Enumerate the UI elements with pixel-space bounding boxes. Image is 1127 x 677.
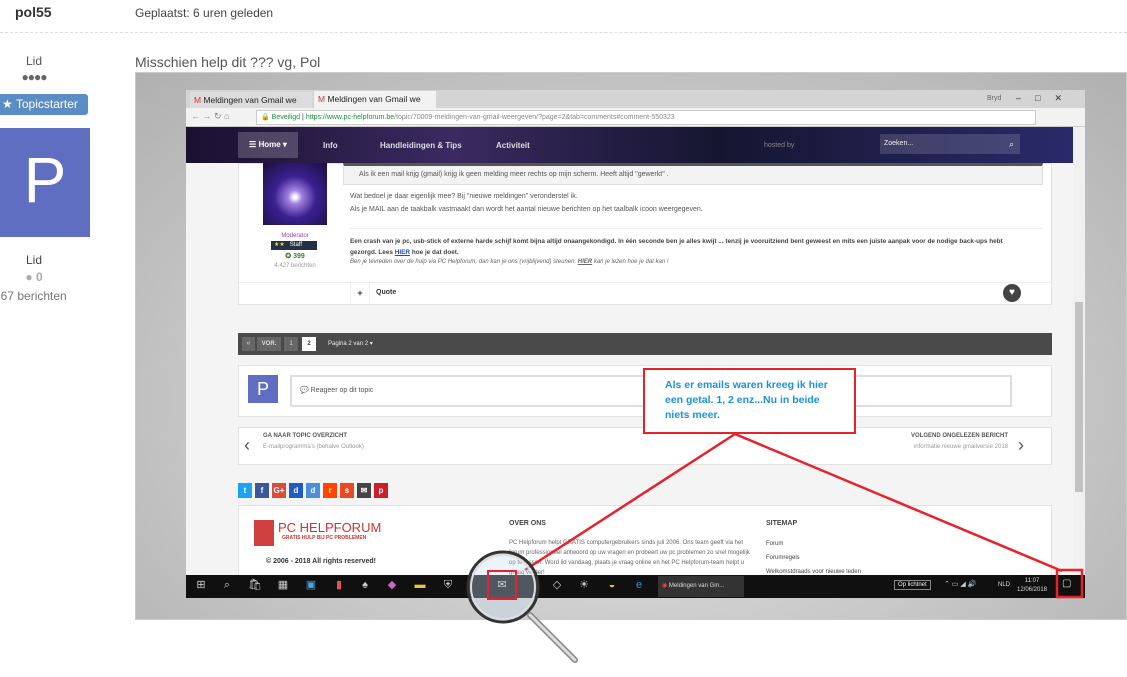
- annotation-lines: [466, 432, 1084, 663]
- annotation-line-right: [734, 432, 1063, 573]
- annotation-text: Als er emails waren kreeg ik hier een ge…: [665, 379, 828, 421]
- annotation-line-left: [524, 432, 736, 572]
- annotation-box: Als er emails waren kreeg ik hier een ge…: [643, 368, 856, 434]
- tray-highlight: [1055, 568, 1084, 599]
- magnifier-icon: [466, 550, 540, 624]
